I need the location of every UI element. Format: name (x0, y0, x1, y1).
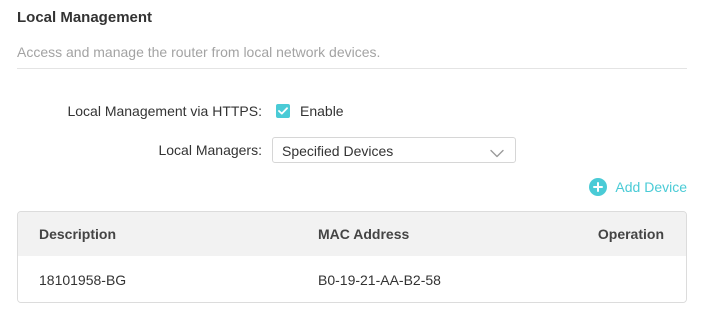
local-managers-selected-value: Specified Devices (282, 143, 394, 159)
section-description: Access and manage the router from local … (17, 44, 381, 60)
divider (17, 68, 687, 69)
check-icon[interactable] (276, 104, 290, 118)
chevron-down-icon (490, 145, 504, 163)
device-table: Description MAC Address Operation 181019… (17, 211, 687, 303)
https-field-label: Local Management via HTTPS: (67, 103, 262, 119)
column-header-mac-address: MAC Address (318, 226, 410, 242)
table-row: 18101958-BG B0-19-21-AA-B2-58 (18, 256, 686, 302)
local-management-panel: Local Management Access and manage the r… (0, 0, 703, 314)
local-managers-select[interactable]: Specified Devices (272, 137, 516, 163)
local-managers-label: Local Managers: (158, 142, 262, 158)
https-enable-checkbox[interactable]: Enable (276, 103, 344, 119)
row-mac-address: B0-19-21-AA-B2-58 (318, 272, 441, 288)
row-description: 18101958-BG (39, 272, 127, 288)
column-header-operation: Operation (597, 226, 664, 242)
plus-circle-icon[interactable] (589, 178, 608, 196)
add-device-label[interactable]: Add Device (615, 179, 687, 195)
table-header: Description MAC Address Operation (18, 212, 686, 256)
enable-label[interactable]: Enable (300, 103, 344, 119)
section-title: Local Management (17, 9, 153, 26)
column-header-description: Description (39, 226, 117, 242)
add-device-button[interactable]: Add Device (589, 178, 687, 196)
